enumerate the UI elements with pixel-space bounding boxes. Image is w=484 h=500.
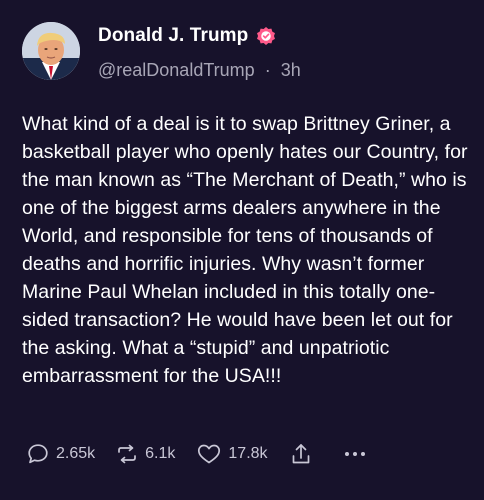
like-count: 17.8k <box>228 445 268 462</box>
handle-separator: · <box>264 60 271 80</box>
author-display-name[interactable]: Donald J. Trump <box>98 25 248 47</box>
heart-icon <box>196 442 222 466</box>
author-row: Donald J. Trump <box>98 25 277 47</box>
action-bar: 2.65k 6.1k 17.8k <box>26 442 464 466</box>
repost-arrows-icon <box>115 442 139 466</box>
reply-count: 2.65k <box>56 445 96 462</box>
repost-count: 6.1k <box>145 445 176 462</box>
share-button[interactable] <box>290 442 312 466</box>
verified-badge-icon <box>255 25 277 47</box>
post-time[interactable]: 3h <box>281 60 301 80</box>
speech-bubble-icon <box>26 442 50 466</box>
post-text: What kind of a deal is it to swap Brittn… <box>22 113 468 387</box>
author-handle-row: @realDonaldTrump · 3h <box>98 60 301 81</box>
repost-button[interactable]: 6.1k <box>115 442 175 466</box>
author-handle[interactable]: @realDonaldTrump <box>98 60 255 80</box>
avatar-image <box>22 22 80 80</box>
like-button[interactable]: 17.8k <box>196 442 268 466</box>
more-button[interactable] <box>342 442 368 466</box>
avatar[interactable] <box>22 22 80 80</box>
reply-button[interactable]: 2.65k <box>26 442 95 466</box>
share-upload-icon <box>290 442 312 466</box>
ellipsis-icon <box>342 442 368 466</box>
